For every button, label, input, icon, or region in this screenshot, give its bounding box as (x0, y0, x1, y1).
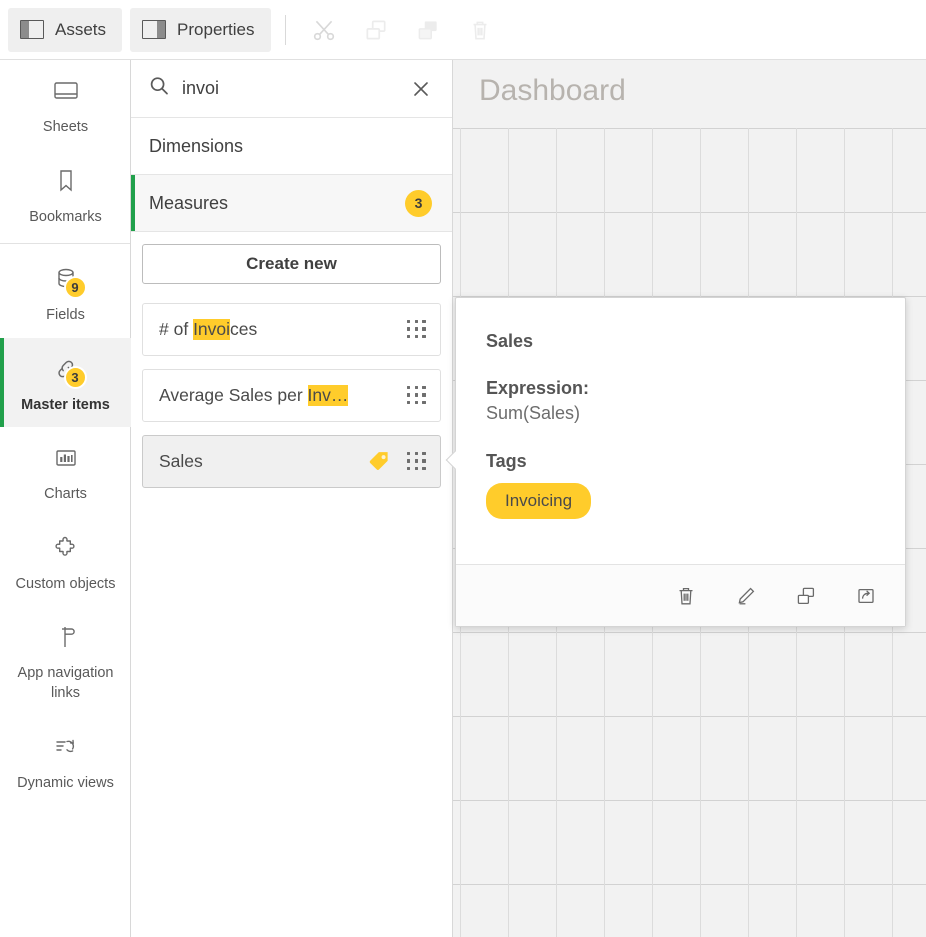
measures-list: # of Invoices Average Sales per Inv… Sal… (131, 284, 452, 488)
create-new-wrapper: Create new (131, 232, 452, 284)
copy-icon[interactable] (350, 8, 402, 52)
rail-divider (0, 243, 130, 244)
sidebar-item-label: Bookmarks (29, 208, 102, 228)
paste-icon[interactable] (402, 8, 454, 52)
measure-name: Average Sales per Inv… (159, 385, 407, 406)
list-item[interactable]: Sales (142, 435, 441, 488)
assets-toggle-button[interactable]: Assets (8, 8, 122, 52)
toolbar-divider (285, 15, 286, 45)
sidebar-item-sheets[interactable]: Sheets (0, 60, 131, 150)
database-icon: 9 (46, 262, 86, 296)
sheet-icon (46, 74, 86, 108)
fields-count-badge: 9 (64, 276, 87, 299)
sidebar-item-label: Dynamic views (17, 774, 114, 794)
add-to-sheet-icon[interactable] (849, 579, 883, 613)
puzzle-icon (46, 531, 86, 565)
duplicate-icon[interactable] (789, 579, 823, 613)
sidebar-item-label: Sheets (43, 118, 88, 138)
top-toolbar: Assets Properties (0, 0, 926, 60)
sidebar-item-fields[interactable]: 9 Fields (0, 248, 131, 338)
cut-icon[interactable] (298, 8, 350, 52)
sidebar-item-bookmarks[interactable]: Bookmarks (0, 150, 131, 240)
tags-label: Tags (486, 451, 875, 472)
link-icon: 3 (46, 352, 86, 386)
expression-value: Sum(Sales) (486, 403, 875, 424)
sidebar-item-app-navigation-links[interactable]: App navigation links (0, 606, 131, 715)
popover-body: Sales Expression: Sum(Sales) Tags Invoic… (456, 298, 905, 519)
popover-actions (456, 564, 905, 626)
delete-icon[interactable] (669, 579, 703, 613)
delete-icon[interactable] (454, 8, 506, 52)
properties-toggle-button[interactable]: Properties (130, 8, 270, 52)
section-label: Dimensions (149, 136, 432, 157)
search-icon (148, 75, 170, 102)
measure-name: # of Invoices (159, 319, 407, 340)
sidebar-item-label: Master items (21, 396, 110, 416)
drag-handle-icon[interactable] (407, 320, 427, 340)
tag-pill: Invoicing (486, 483, 591, 519)
expression-label: Expression: (486, 378, 875, 399)
sidebar-item-dynamic-views[interactable]: Dynamic views (0, 716, 131, 806)
tag-icon (367, 449, 392, 474)
sidebar-item-master-items[interactable]: 3 Master items (0, 338, 131, 428)
sidebar-item-custom-objects[interactable]: Custom objects (0, 517, 131, 607)
assets-button-label: Assets (55, 20, 106, 40)
popover-arrow (445, 451, 456, 473)
master-items-count-badge: 3 (64, 366, 87, 389)
sidebar-item-label: Charts (44, 485, 87, 505)
sidebar-item-label: Custom objects (16, 575, 116, 595)
search-input[interactable]: invoi (182, 78, 396, 99)
section-dimensions[interactable]: Dimensions (131, 118, 452, 175)
assets-panel: invoi Dimensions Measures 3 Create new #… (131, 60, 453, 937)
bookmark-icon (46, 164, 86, 198)
drag-handle-icon[interactable] (407, 452, 427, 472)
flag-icon (46, 620, 86, 654)
properties-button-label: Properties (177, 20, 254, 40)
qlik-sense-editor: Assets Properties (0, 0, 926, 937)
sidebar-item-charts[interactable]: Charts (0, 427, 131, 517)
page-title: Dashboard (479, 74, 626, 108)
dynamic-views-icon (46, 730, 86, 764)
measures-count-badge: 3 (405, 190, 432, 217)
bar-chart-icon (46, 441, 86, 475)
sidebar-item-label: Fields (46, 306, 85, 326)
left-panel-icon (20, 20, 44, 39)
list-item[interactable]: # of Invoices (142, 303, 441, 356)
popover-title: Sales (486, 331, 875, 352)
search-highlight: Invoi (193, 319, 230, 340)
section-label: Measures (149, 193, 405, 214)
create-new-button[interactable]: Create new (142, 244, 441, 284)
asset-rail: Sheets Bookmarks 9 Fields (0, 60, 131, 937)
drag-handle-icon[interactable] (407, 386, 427, 406)
measure-details-popover: Sales Expression: Sum(Sales) Tags Invoic… (455, 297, 906, 627)
search-bar[interactable]: invoi (131, 60, 452, 118)
section-measures[interactable]: Measures 3 (131, 175, 452, 232)
search-highlight: Inv… (308, 385, 349, 406)
close-icon[interactable] (408, 76, 434, 102)
sidebar-item-label: App navigation links (4, 664, 127, 703)
list-item[interactable]: Average Sales per Inv… (142, 369, 441, 422)
right-panel-icon (142, 20, 166, 39)
measure-name: Sales (159, 451, 367, 472)
edit-pencil-icon[interactable] (729, 579, 763, 613)
